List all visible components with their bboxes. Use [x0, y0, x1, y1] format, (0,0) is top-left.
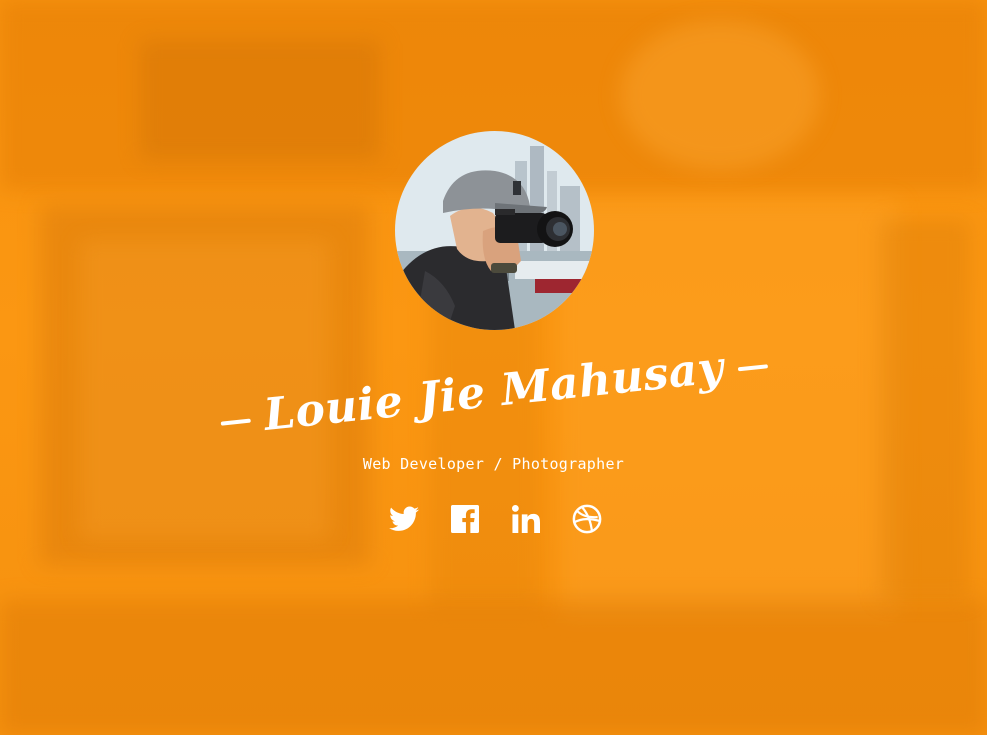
twitter-link[interactable] — [388, 503, 420, 535]
avatar-photo — [395, 131, 594, 330]
facebook-icon — [451, 505, 479, 533]
social-links — [388, 502, 603, 536]
dribbble-icon — [572, 504, 602, 534]
profile-name: Louie Jie Mahusay — [261, 342, 726, 441]
background-blur — [620, 20, 820, 170]
facebook-link[interactable] — [449, 503, 481, 535]
name-heading-container: Louie Jie Mahusay — [0, 342, 987, 442]
dash-left — [220, 418, 251, 426]
background-blur — [140, 40, 380, 160]
background-blur — [0, 600, 987, 735]
linkedin-link[interactable] — [510, 503, 542, 535]
linkedin-icon — [512, 505, 540, 533]
avatar — [395, 131, 594, 330]
dribbble-link[interactable] — [571, 503, 603, 535]
dash-right — [737, 363, 768, 371]
twitter-icon — [389, 506, 419, 531]
name-heading: Louie Jie Mahusay — [204, 336, 784, 447]
tagline: Web Developer / Photographer — [362, 455, 625, 473]
